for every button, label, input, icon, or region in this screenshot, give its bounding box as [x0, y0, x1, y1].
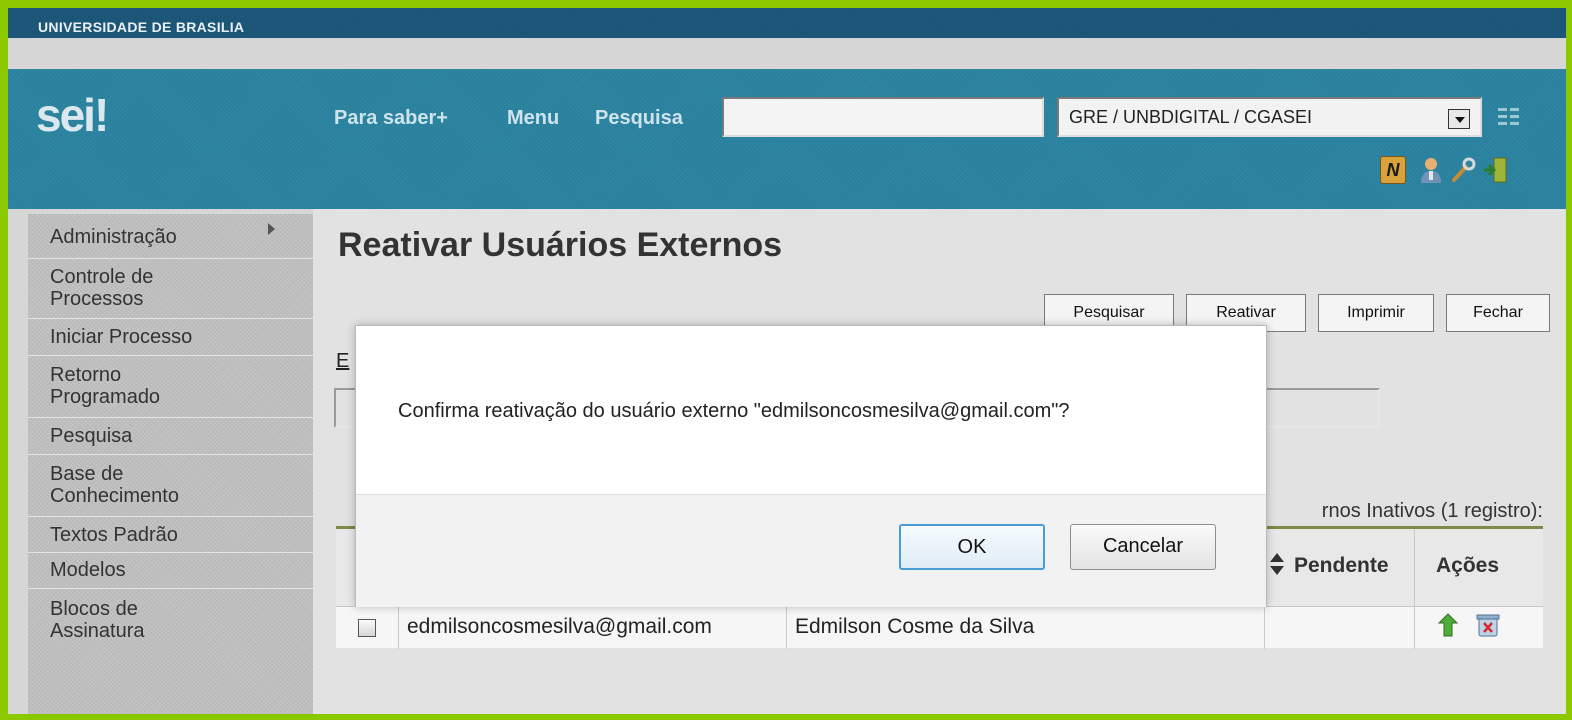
sidebar-item-modelos[interactable]: Modelos [28, 553, 313, 589]
row-name: Edmilson Cosme da Silva [786, 607, 1264, 649]
sort-icon[interactable] [1270, 553, 1284, 577]
n-icon[interactable]: N [1380, 156, 1406, 184]
exit-icon[interactable] [1482, 156, 1508, 184]
sidebar-item-base-de-conhecimento[interactable]: Base de Conhecimento [28, 455, 313, 517]
sidebar-item-administracao[interactable]: Administração [28, 214, 313, 259]
sidebar-item-label: Textos Padrão [50, 524, 178, 546]
sidebar-item-textos-padrao[interactable]: Textos Padrão [28, 517, 313, 553]
page-title: Reativar Usuários Externos [338, 226, 783, 264]
nav-para-saber[interactable]: Para saber+ [334, 107, 448, 130]
confirm-dialog: Confirma reativação do usuário externo "… [355, 325, 1267, 607]
sei-logo[interactable]: sei! [36, 88, 109, 142]
dialog-message: Confirma reativação do usuário externo "… [398, 400, 1070, 422]
sidebar-item-label: Base de Conhecimento [50, 463, 179, 507]
delete-icon[interactable] [1476, 612, 1500, 638]
wrench-icon[interactable] [1450, 156, 1476, 184]
sidebar-item-pesquisa[interactable]: Pesquisa [28, 418, 313, 455]
sidebar-item-controle-de-processos[interactable]: Controle de Processos [28, 259, 313, 319]
row-pendente [1264, 607, 1414, 649]
sidebar-item-iniciar-processo[interactable]: Iniciar Processo [28, 319, 313, 356]
sidebar-item-blocos-de-assinatura[interactable]: Blocos de Assinatura [28, 589, 313, 653]
ok-button[interactable]: OK [899, 524, 1045, 570]
column-header-acoes: Ações [1436, 554, 1500, 577]
sidebar-item-label: Iniciar Processo [50, 326, 193, 348]
nav-pesquisa[interactable]: Pesquisa [595, 107, 683, 130]
sidebar-item-label: Retorno Programado [50, 364, 161, 408]
row-email: edmilsoncosmesilva@gmail.com [398, 607, 786, 649]
unit-select[interactable]: GRE / UNBDIGITAL / CGASEI [1057, 97, 1482, 137]
imprimir-button[interactable]: Imprimir [1318, 294, 1434, 332]
table-row[interactable]: edmilsoncosmesilva@gmail.com Edmilson Co… [336, 606, 1543, 649]
filter-label: E [336, 350, 350, 372]
sidebar-item-label: Controle de Processos [50, 266, 154, 310]
user-icon[interactable] [1418, 156, 1444, 184]
column-header-pendente[interactable]: Pendente [1294, 554, 1389, 578]
cancel-button[interactable]: Cancelar [1070, 524, 1216, 570]
sidebar-item-label: Modelos [50, 559, 126, 581]
header-bar [8, 69, 1566, 209]
grid-icon[interactable] [1498, 108, 1520, 126]
sidebar-item-label: Blocos de Assinatura [50, 598, 145, 642]
university-name: UNIVERSIDADE DE BRASILIA [38, 19, 245, 35]
dropdown-arrow-icon[interactable] [1448, 109, 1470, 129]
app-frame: Administração Controle de Processos Inic… [8, 8, 1566, 714]
reactivate-icon[interactable] [1436, 612, 1460, 638]
search-input[interactable] [722, 97, 1044, 137]
nav-menu[interactable]: Menu [507, 107, 559, 130]
fechar-button[interactable]: Fechar [1446, 294, 1550, 332]
chevron-right-icon [268, 223, 275, 235]
sidebar-item-label: Administração [50, 226, 177, 248]
sidebar-item-retorno-programado[interactable]: Retorno Programado [28, 356, 313, 418]
sidebar: Administração Controle de Processos Inic… [28, 214, 313, 714]
column-divider [1414, 529, 1415, 613]
row-checkbox[interactable] [358, 619, 376, 637]
unit-select-value: GRE / UNBDIGITAL / CGASEI [1069, 107, 1313, 127]
sidebar-item-label: Pesquisa [50, 425, 133, 447]
